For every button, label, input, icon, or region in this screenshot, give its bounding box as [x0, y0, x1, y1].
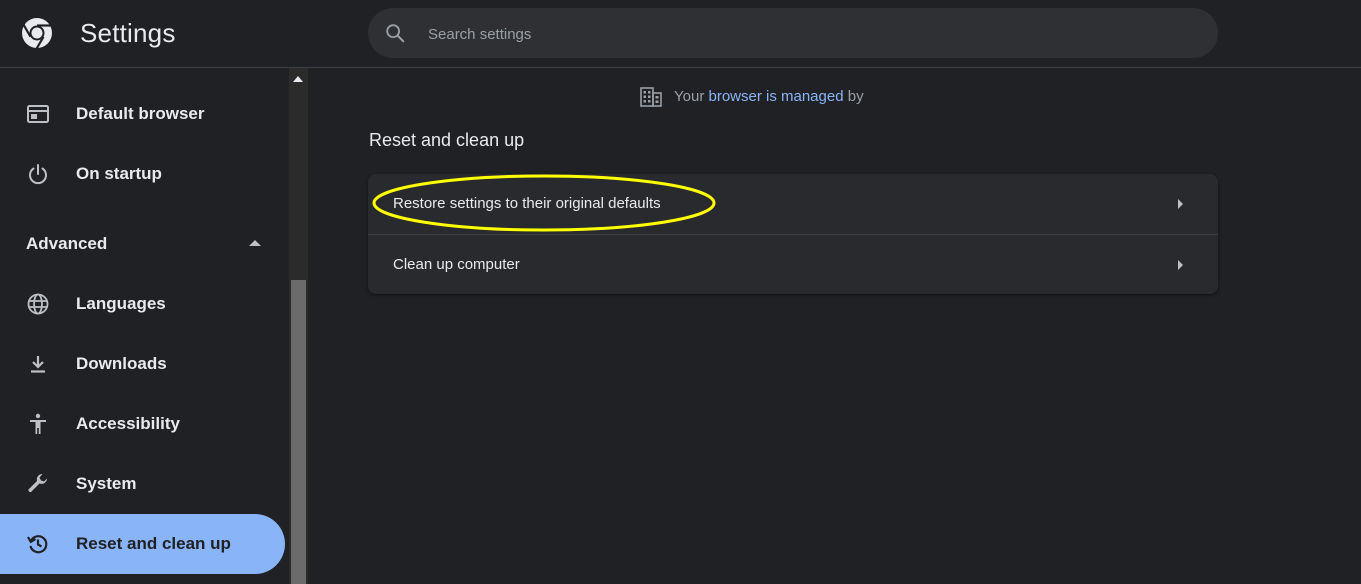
sidebar-item-label: Accessibility — [76, 414, 180, 433]
search-icon — [386, 24, 405, 43]
main-content: Your browser is managed by Reset and cle… — [308, 68, 1361, 584]
search-box[interactable] — [368, 8, 1218, 60]
sidebar-item-downloads[interactable]: Downloads — [0, 334, 285, 394]
sidebar: Default browser On startup Advanced Lang… — [0, 68, 289, 584]
redacted-organization — [870, 91, 930, 101]
power-icon — [29, 164, 47, 185]
managed-suffix: by — [847, 87, 864, 105]
sidebar-item-label: Downloads — [76, 354, 167, 373]
sidebar-item-label: Reset and clean up — [76, 534, 231, 553]
wrench-icon — [28, 473, 47, 493]
app-title: Settings — [80, 18, 176, 48]
download-icon — [31, 356, 45, 373]
sidebar-item-reset-and-clean-up[interactable]: Reset and clean up — [0, 514, 285, 574]
sidebar-item-on-startup[interactable]: On startup — [0, 144, 285, 204]
sidebar-item-label: Default browser — [76, 104, 205, 123]
chevron-right-icon — [1178, 199, 1183, 209]
section-title: Reset and clean up — [369, 130, 525, 150]
browser-window-icon — [27, 105, 49, 123]
globe-icon — [27, 293, 49, 315]
sidebar-item-label: System — [76, 474, 137, 493]
advanced-label: Advanced — [26, 234, 108, 253]
sidebar-item-system[interactable]: System — [0, 454, 285, 514]
sidebar-item-accessibility[interactable]: Accessibility — [0, 394, 285, 454]
scrollbar-thumb[interactable] — [291, 280, 306, 584]
clean-up-computer-row[interactable]: Clean up computer — [368, 234, 1218, 295]
sidebar-item-label: On startup — [76, 164, 162, 183]
sidebar-item-label: Languages — [76, 294, 166, 313]
caret-up-icon — [249, 240, 261, 246]
search-input[interactable] — [426, 8, 1190, 60]
chrome-logo-icon — [22, 18, 52, 49]
settings-card: Restore settings to their original defau… — [368, 174, 1218, 294]
advanced-section-toggle[interactable]: Advanced — [0, 214, 285, 274]
restore-settings-row[interactable]: Restore settings to their original defau… — [368, 174, 1218, 234]
history-icon — [27, 535, 48, 554]
row-label: Restore settings to their original defau… — [393, 195, 661, 212]
managed-prefix: Your — [674, 87, 705, 105]
sidebar-item-languages[interactable]: Languages — [0, 274, 285, 334]
accessibility-icon — [30, 413, 46, 434]
chevron-right-icon — [1178, 260, 1183, 270]
browser-managed-link[interactable]: browser is managed — [708, 88, 843, 105]
top-bar: Settings — [0, 0, 1361, 68]
row-label: Clean up computer — [393, 256, 520, 273]
sidebar-item-default-browser[interactable]: Default browser — [0, 84, 285, 144]
scroll-up-arrow-icon[interactable] — [293, 76, 303, 82]
building-icon — [640, 87, 662, 107]
sidebar-scrollbar[interactable] — [289, 68, 308, 584]
managed-notice: Your browser is managed by — [640, 85, 930, 107]
